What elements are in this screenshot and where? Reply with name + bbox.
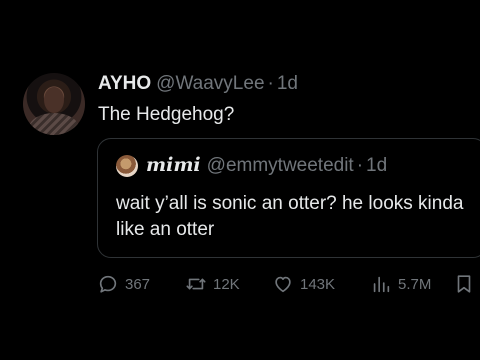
heart-icon: [275, 276, 291, 293]
tweet[interactable]: AYHO @WaavyLee · 1d The Hedgehog? mimi @…: [0, 0, 480, 360]
retweet-icon: [186, 278, 206, 290]
avatar-face: [44, 87, 64, 113]
author-avatar[interactable]: [23, 73, 85, 135]
reply-count: 367: [125, 275, 151, 293]
quoted-author-handle: @emmytweetedit: [206, 155, 354, 176]
views-button[interactable]: 5.7M: [370, 270, 431, 298]
retweet-button[interactable]: 12K: [185, 270, 240, 298]
view-count: 5.7M: [398, 275, 432, 293]
quoted-tweet-text: wait y’all is sonic an otter? he looks k…: [116, 193, 464, 240]
quoted-tweet-timestamp: 1d: [366, 155, 388, 176]
tweet-timestamp[interactable]: 1d: [277, 73, 298, 95]
retweet-count: 12K: [213, 275, 240, 293]
quoted-author-display-name: mimi: [146, 154, 201, 176]
views-chart-icon: [373, 276, 390, 293]
author-display-name[interactable]: AYHO: [98, 73, 151, 95]
quoted-tweet[interactable]: mimi @emmytweetedit · 1d wait y’all is s…: [97, 138, 480, 258]
reply-button[interactable]: 367: [97, 270, 150, 298]
tweet-header: AYHO @WaavyLee · 1d: [98, 73, 298, 99]
avatar-shoulders: [29, 113, 79, 135]
quoted-author-avatar: [116, 155, 138, 177]
header-separator: ·: [267, 73, 274, 94]
tweet-actions: 367 12K 143K 5.7M: [97, 270, 477, 298]
bookmark-icon: [457, 275, 471, 293]
quoted-tweet-header: mimi @emmytweetedit · 1d: [146, 154, 387, 177]
like-count: 143K: [300, 275, 336, 293]
tweet-text: The Hedgehog?: [98, 104, 235, 125]
reply-icon: [99, 275, 117, 293]
author-handle[interactable]: @WaavyLee: [156, 73, 264, 95]
bookmark-button[interactable]: [453, 270, 475, 298]
like-button[interactable]: 143K: [272, 270, 335, 298]
quoted-header-separator: ·: [356, 155, 364, 176]
